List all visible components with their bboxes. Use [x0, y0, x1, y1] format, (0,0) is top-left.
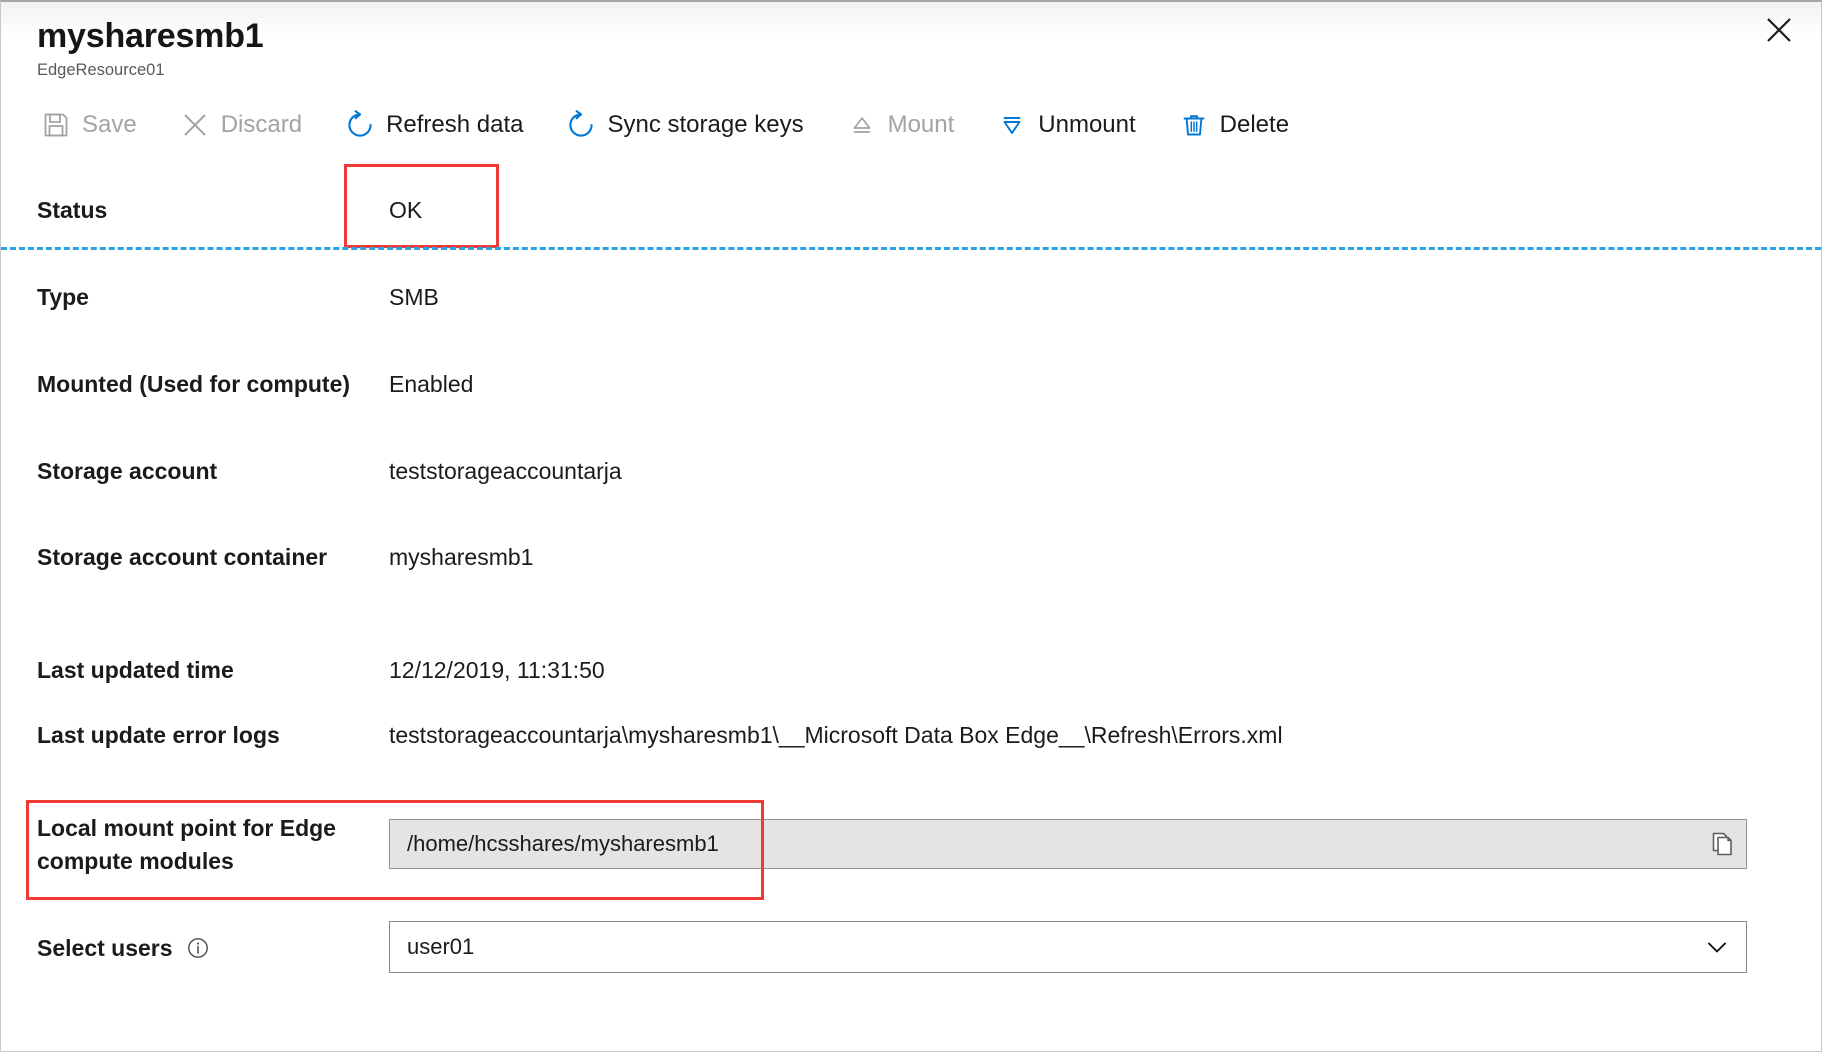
sync-storage-keys-button[interactable]: Sync storage keys: [560, 96, 818, 154]
mount-button-label: Mount: [888, 110, 955, 140]
last-updated-time-row: Last updated time 12/12/2019, 11:31:50: [1, 625, 1821, 713]
save-icon: [41, 110, 71, 140]
delete-button[interactable]: Delete: [1173, 96, 1304, 154]
page-subtitle: EdgeResource01: [37, 59, 1821, 81]
error-logs-row: Last update error logs teststorageaccoun…: [1, 717, 1821, 787]
storage-account-label: Storage account: [37, 453, 389, 488]
blade-header: mysharesmb1 EdgeResource01: [1, 2, 1821, 84]
status-label: Status: [37, 192, 389, 227]
close-x-icon: [180, 110, 210, 140]
select-users-row: Select users user01: [1, 912, 1821, 982]
storage-container-row: Storage account container mysharesmb1: [1, 539, 1821, 609]
discard-button-label: Discard: [221, 110, 302, 140]
status-value: OK: [389, 192, 422, 227]
select-users-label-text: Select users: [37, 935, 173, 961]
mount-point-row: Local mount point for Edge compute modul…: [1, 809, 1821, 879]
mounted-value: Enabled: [389, 366, 473, 401]
storage-account-row: Storage account teststorageaccountarja: [1, 453, 1821, 523]
blade-panel: mysharesmb1 EdgeResource01 Save: [0, 0, 1822, 1052]
properties-list: Status OK Type SMB Mounted (Used for com…: [1, 192, 1821, 982]
unmount-button[interactable]: Unmount: [991, 96, 1150, 154]
storage-account-value: teststorageaccountarja: [389, 453, 622, 488]
mount-point-label: Local mount point for Edge compute modul…: [37, 810, 389, 878]
copy-icon[interactable]: [1706, 828, 1738, 860]
mounted-row: Mounted (Used for compute) Enabled: [1, 366, 1821, 436]
unmount-icon: [997, 110, 1027, 140]
page-title: mysharesmb1: [37, 16, 1821, 56]
refresh-data-button-label: Refresh data: [386, 110, 523, 140]
last-updated-time-value: 12/12/2019, 11:31:50: [389, 652, 605, 687]
unmount-button-label: Unmount: [1038, 110, 1135, 140]
select-users-dropdown[interactable]: user01: [389, 921, 1747, 973]
type-row: Type SMB: [1, 279, 1821, 349]
mounted-label: Mounted (Used for compute): [37, 366, 389, 401]
storage-container-value: mysharesmb1: [389, 539, 533, 574]
type-label: Type: [37, 279, 389, 314]
save-button-label: Save: [82, 110, 137, 140]
refresh-data-button[interactable]: Refresh data: [339, 96, 538, 154]
storage-container-label: Storage account container: [37, 539, 389, 574]
command-bar: Save Discard Refresh data: [1, 84, 1821, 166]
discard-button[interactable]: Discard: [174, 96, 317, 154]
trash-icon: [1179, 110, 1209, 140]
error-logs-value: teststorageaccountarja\mysharesmb1\__Mic…: [389, 717, 1283, 752]
refresh-icon: [566, 110, 596, 140]
save-button[interactable]: Save: [35, 96, 152, 154]
mount-point-value: /home/hcsshares/mysharesmb1: [407, 831, 719, 857]
mount-point-field[interactable]: /home/hcsshares/mysharesmb1: [389, 819, 1747, 869]
type-value: SMB: [389, 279, 439, 314]
refresh-icon: [345, 110, 375, 140]
eject-icon: [847, 110, 877, 140]
status-row: Status OK: [1, 192, 1821, 262]
select-users-label: Select users: [37, 930, 389, 965]
chevron-down-icon[interactable]: [1702, 932, 1732, 962]
close-icon: [1764, 15, 1794, 45]
close-button[interactable]: [1759, 10, 1799, 50]
last-updated-time-label: Last updated time: [37, 652, 389, 687]
mount-button[interactable]: Mount: [841, 96, 970, 154]
error-logs-label: Last update error logs: [37, 717, 389, 752]
select-users-value: user01: [407, 934, 474, 960]
info-icon[interactable]: [187, 937, 209, 959]
delete-button-label: Delete: [1220, 110, 1289, 140]
sync-storage-keys-button-label: Sync storage keys: [607, 110, 803, 140]
